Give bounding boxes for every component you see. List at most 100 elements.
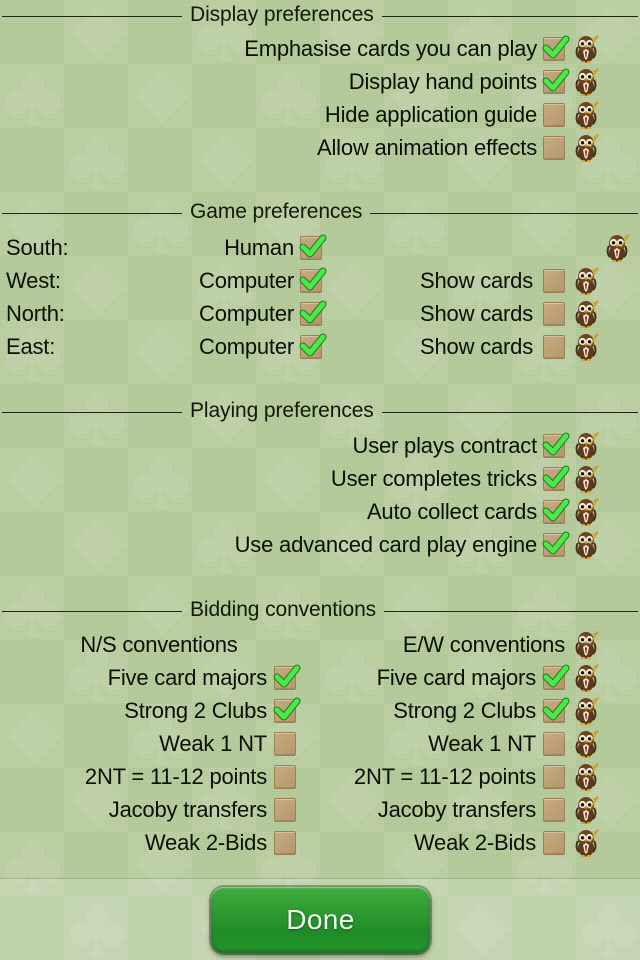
checkbox-show-cards-north[interactable] [543, 302, 565, 326]
row-ew-five-card-majors[interactable]: Five card majors [318, 662, 600, 694]
help-owl-slot-south[interactable] [605, 232, 631, 264]
owl-icon[interactable] [574, 133, 600, 163]
checkbox-ns-jacoby-transfers[interactable] [274, 798, 296, 822]
owl-icon[interactable] [574, 266, 600, 296]
checkbox-ew-strong-2-clubs[interactable] [542, 697, 570, 723]
checkbox-ew-weak-1-nt[interactable] [543, 732, 565, 756]
owl-icon[interactable] [574, 67, 600, 97]
row-allow-animation-effects[interactable]: Allow animation effects [0, 132, 600, 164]
checkbox-ns-weak-2-bids[interactable] [274, 831, 296, 855]
row-player-east[interactable]: Computer [100, 331, 327, 363]
row-ns-weak-1-nt[interactable]: Weak 1 NT [0, 728, 296, 760]
checkbox-hide-application-guide[interactable] [543, 103, 565, 127]
checkbox-display-hand-points[interactable] [542, 68, 570, 94]
owl-icon[interactable] [574, 332, 600, 362]
checkbox-player-west[interactable] [299, 267, 327, 293]
owl-icon[interactable] [574, 696, 600, 726]
checkbox-player-south[interactable] [299, 234, 327, 260]
owl-icon[interactable] [605, 233, 631, 263]
owl-icon[interactable] [574, 497, 600, 527]
row-hide-application-guide[interactable]: Hide application guide [0, 99, 600, 131]
label-user-completes-tricks: User completes tricks [330, 466, 537, 491]
done-button[interactable]: Done [211, 887, 430, 953]
row-ew-weak-1-nt[interactable]: Weak 1 NT [318, 728, 600, 760]
help-owl-slot[interactable] [574, 530, 600, 560]
help-owl-slot[interactable] [574, 762, 600, 792]
checkbox-player-east[interactable] [299, 333, 327, 359]
help-owl-slot[interactable] [574, 464, 600, 494]
checkbox-ns-weak-1-nt[interactable] [274, 732, 296, 756]
section-rule-right [381, 15, 638, 17]
checkbox-emphasise-cards[interactable] [542, 35, 570, 61]
checkbox-show-cards-west[interactable] [543, 269, 565, 293]
help-owl-slot[interactable] [574, 795, 600, 825]
help-owl-slot[interactable] [574, 696, 600, 726]
checkbox-ew-weak-2-bids[interactable] [543, 831, 565, 855]
checkbox-use-advanced-card-play-engine[interactable] [542, 531, 570, 557]
row-ns-weak-2-bids[interactable]: Weak 2-Bids [0, 827, 296, 859]
row-ns-jacoby-transfers[interactable]: Jacoby transfers [0, 794, 296, 826]
help-owl-slot[interactable] [574, 828, 600, 858]
row-display-hand-points[interactable]: Display hand points [0, 66, 600, 98]
checkbox-ew-jacoby-transfers[interactable] [543, 798, 565, 822]
owl-icon[interactable] [574, 100, 600, 130]
checkbox-allow-animation-effects[interactable] [543, 136, 565, 160]
label-ns-2nt-points: 2NT = 11-12 points [84, 764, 267, 789]
owl-icon[interactable] [574, 828, 600, 858]
checkbox-ew-2nt-points[interactable] [543, 765, 565, 789]
checkbox-ns-strong-2-clubs[interactable] [273, 697, 301, 723]
row-auto-collect-cards[interactable]: Auto collect cards [0, 496, 600, 528]
checkbox-ns-five-card-majors[interactable] [273, 664, 301, 690]
help-owl-slot[interactable] [574, 299, 600, 329]
row-ns-strong-2-clubs[interactable]: Strong 2 Clubs [0, 695, 301, 727]
check-icon [542, 68, 570, 92]
label-ew-conventions: E/W conventions [402, 632, 565, 657]
checkbox-ew-five-card-majors[interactable] [542, 664, 570, 690]
row-ew-2nt-points[interactable]: 2NT = 11-12 points [318, 761, 600, 793]
row-ew-strong-2-clubs[interactable]: Strong 2 Clubs [318, 695, 600, 727]
row-user-completes-tricks[interactable]: User completes tricks [0, 463, 600, 495]
help-owl-slot[interactable] [574, 431, 600, 461]
checkbox-show-cards-east[interactable] [543, 335, 565, 359]
owl-icon[interactable] [574, 663, 600, 693]
help-owl-slot[interactable] [574, 266, 600, 296]
owl-icon[interactable] [574, 299, 600, 329]
help-owl-slot[interactable] [574, 729, 600, 759]
checkbox-auto-collect-cards[interactable] [542, 498, 570, 524]
owl-icon[interactable] [574, 34, 600, 64]
row-show-cards-west[interactable]: Show cards [366, 265, 600, 297]
owl-icon[interactable] [574, 729, 600, 759]
row-emphasise-cards[interactable]: Emphasise cards you can play [0, 33, 600, 65]
row-ns-2nt-points[interactable]: 2NT = 11-12 points [0, 761, 296, 793]
row-use-advanced-card-play-engine[interactable]: Use advanced card play engine [0, 529, 600, 561]
help-owl-slot[interactable] [574, 67, 600, 97]
row-ns-five-card-majors[interactable]: Five card majors [0, 662, 301, 694]
label-show-cards-east: Show cards [420, 334, 533, 359]
owl-icon[interactable] [574, 431, 600, 461]
help-owl-slot[interactable] [574, 630, 600, 660]
owl-icon[interactable] [574, 530, 600, 560]
row-show-cards-north[interactable]: Show cards [366, 298, 600, 330]
owl-icon[interactable] [574, 795, 600, 825]
owl-icon[interactable] [574, 762, 600, 792]
help-owl-slot[interactable] [574, 133, 600, 163]
checkbox-user-completes-tricks[interactable] [542, 465, 570, 491]
owl-icon[interactable] [574, 630, 600, 660]
row-show-cards-east[interactable]: Show cards [366, 331, 600, 363]
checkbox-user-plays-contract[interactable] [542, 432, 570, 458]
row-player-west[interactable]: Computer [100, 265, 327, 297]
checkbox-ns-2nt-points[interactable] [274, 765, 296, 789]
row-ew-jacoby-transfers[interactable]: Jacoby transfers [318, 794, 600, 826]
help-owl-slot[interactable] [574, 34, 600, 64]
help-owl-slot[interactable] [574, 332, 600, 362]
row-player-north[interactable]: Computer [100, 298, 327, 330]
help-owl-slot[interactable] [574, 663, 600, 693]
owl-icon[interactable] [574, 464, 600, 494]
checkbox-player-north[interactable] [299, 300, 327, 326]
row-ew-weak-2-bids[interactable]: Weak 2-Bids [318, 827, 600, 859]
help-owl-slot[interactable] [574, 497, 600, 527]
row-user-plays-contract[interactable]: User plays contract [0, 430, 600, 462]
section-rule-left [2, 15, 182, 17]
row-player-south[interactable]: Human [100, 232, 327, 264]
help-owl-slot[interactable] [574, 100, 600, 130]
